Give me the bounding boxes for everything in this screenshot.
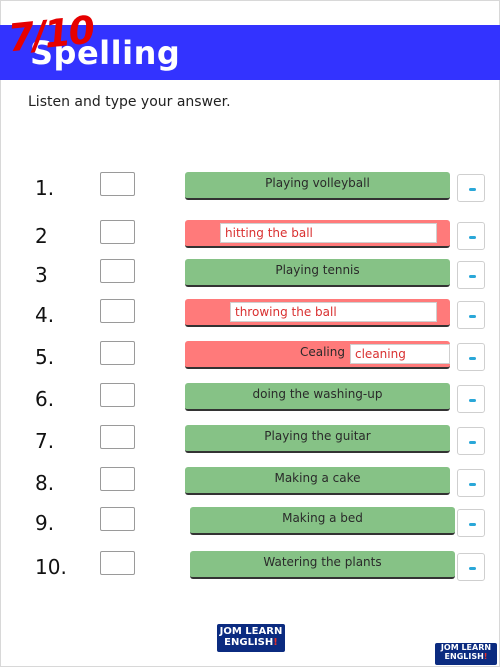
answer-checkbox[interactable] (100, 341, 135, 365)
answer-checkbox[interactable] (100, 172, 135, 196)
dash-icon (469, 315, 476, 318)
play-audio-button[interactable] (457, 301, 485, 329)
item-number: 10. (35, 555, 67, 579)
logo-line-2: ENGLISH (224, 637, 274, 648)
item-number: 1. (35, 176, 55, 200)
dash-icon (469, 275, 476, 278)
typed-answer-field[interactable]: throwing the ball (230, 302, 437, 322)
answer-slot[interactable]: throwing the ball (185, 299, 450, 327)
play-audio-button[interactable] (457, 343, 485, 371)
item-number: 6. (35, 387, 55, 411)
answer-slot[interactable]: Playing tennis (185, 259, 450, 287)
answer-checkbox[interactable] (100, 467, 135, 491)
list-item: 9. Making a bed (0, 507, 500, 543)
answer-checkbox[interactable] (100, 220, 135, 244)
answer-slot[interactable]: Watering the plants (190, 551, 455, 579)
answer-slot[interactable]: Playing the guitar (185, 425, 450, 453)
answer-slot[interactable]: Making a bed (190, 507, 455, 535)
answer-slot[interactable]: Making a cake (185, 467, 450, 495)
item-number: 7. (35, 429, 55, 453)
play-audio-button[interactable] (457, 261, 485, 289)
typed-answer-field[interactable]: cleaning (350, 344, 450, 364)
dash-icon (469, 399, 476, 402)
dash-icon (469, 567, 476, 570)
dash-icon (469, 483, 476, 486)
answer-slot[interactable]: doing the washing-up (185, 383, 450, 411)
play-audio-button[interactable] (457, 385, 485, 413)
play-audio-button[interactable] (457, 553, 485, 581)
answer-label: Cealing (299, 345, 345, 359)
item-number: 8. (35, 471, 55, 495)
dash-icon (469, 236, 476, 239)
list-item: 3 Playing tennis (0, 259, 500, 295)
answer-checkbox[interactable] (100, 425, 135, 449)
list-item: 7. Playing the guitar (0, 425, 500, 461)
score-annotation: 7/10 (5, 7, 96, 61)
list-item: 6. doing the washing-up (0, 383, 500, 419)
list-item: 8. Making a cake (0, 467, 500, 503)
item-number: 4. (35, 303, 55, 327)
logo-mark: ! (273, 637, 278, 648)
answer-label: Making a bed (282, 511, 363, 525)
play-audio-button[interactable] (457, 174, 485, 202)
dash-icon (469, 357, 476, 360)
answer-label: Watering the plants (263, 555, 382, 569)
answer-label: doing the washing-up (252, 387, 383, 401)
play-audio-button[interactable] (457, 222, 485, 250)
dash-icon (469, 188, 476, 191)
list-item: 2 hitting the ball (0, 220, 500, 256)
brand-logo-corner: JOM LEARN ENGLISH! (435, 643, 497, 665)
dash-icon (469, 523, 476, 526)
answer-checkbox[interactable] (100, 551, 135, 575)
item-number: 2 (35, 224, 48, 248)
typed-answer-field[interactable]: hitting the ball (220, 223, 437, 243)
list-item: 4. throwing the ball (0, 299, 500, 335)
answer-slot[interactable]: Playing volleyball (185, 172, 450, 200)
answer-checkbox[interactable] (100, 507, 135, 531)
answer-checkbox[interactable] (100, 383, 135, 407)
answer-checkbox[interactable] (100, 259, 135, 283)
answer-label: Playing volleyball (265, 176, 370, 190)
list-item: 5. Cealing cleaning (0, 341, 500, 377)
answer-slot[interactable]: hitting the ball (185, 220, 450, 248)
play-audio-button[interactable] (457, 469, 485, 497)
answer-label: Making a cake (274, 471, 361, 485)
answer-checkbox[interactable] (100, 299, 135, 323)
answer-label: Playing the guitar (264, 429, 371, 443)
answer-slot[interactable]: Cealing cleaning (185, 341, 450, 369)
list-item: 10. Watering the plants (0, 551, 500, 587)
item-number: 3 (35, 263, 48, 287)
logo-line-2: ENGLISH (444, 651, 484, 661)
list-item: 1. Playing volleyball (0, 172, 500, 208)
item-number: 5. (35, 345, 55, 369)
instruction-text: Listen and type your answer. (28, 94, 231, 110)
play-audio-button[interactable] (457, 427, 485, 455)
item-number: 9. (35, 511, 55, 535)
logo-mark: ! (483, 651, 488, 661)
logo-line-1: JOM LEARN (219, 626, 283, 637)
answer-label: Playing tennis (275, 263, 360, 277)
play-audio-button[interactable] (457, 509, 485, 537)
dash-icon (469, 441, 476, 444)
brand-logo: JOM LEARN ENGLISH! (217, 624, 285, 652)
